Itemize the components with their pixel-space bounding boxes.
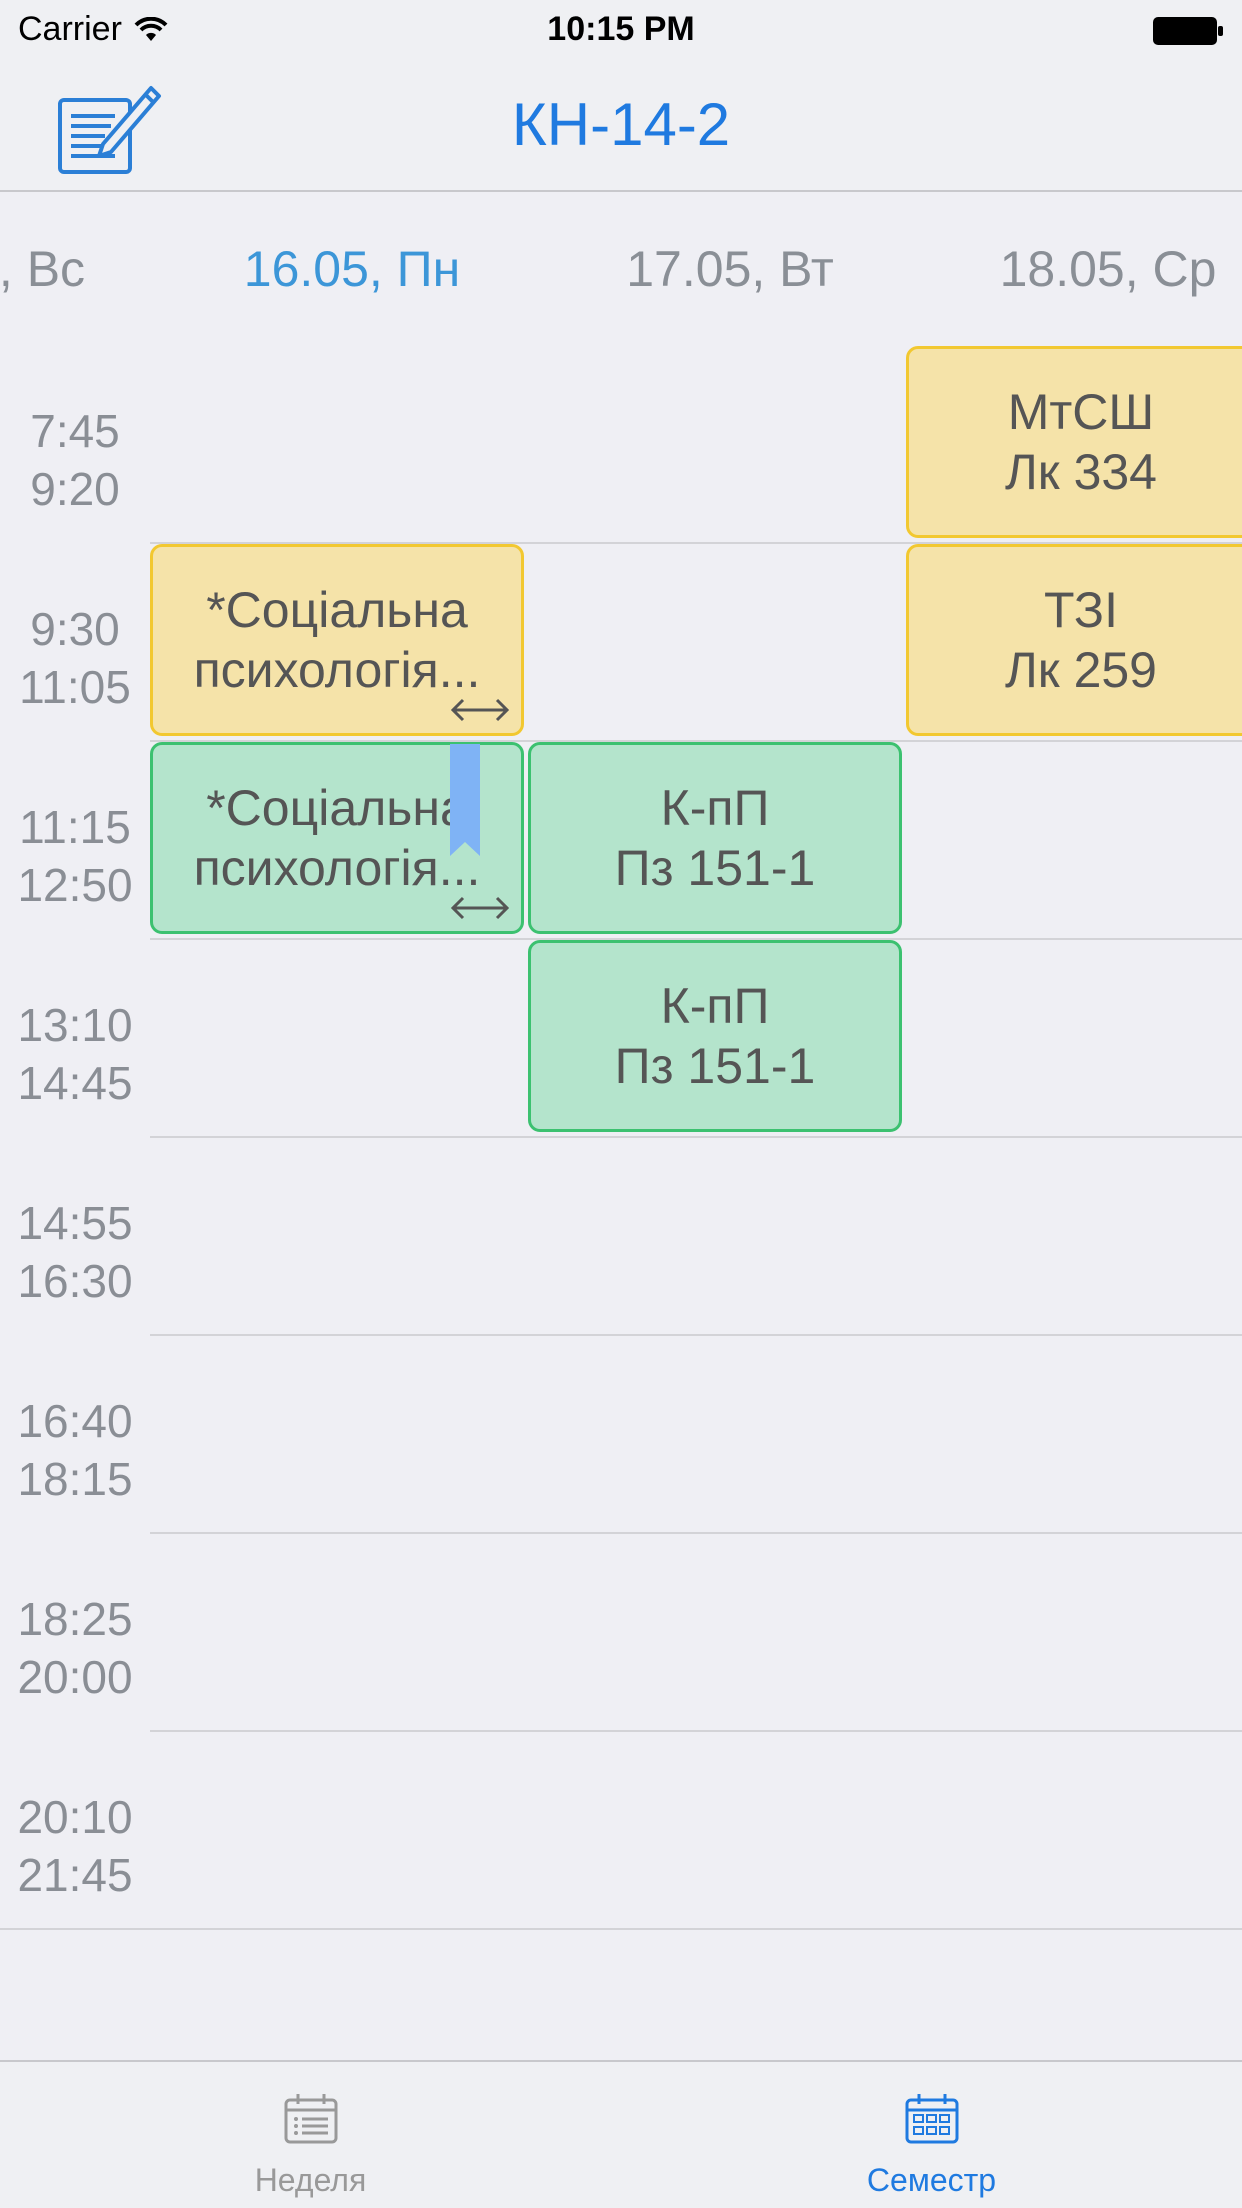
time-slot-4: 13:10 14:45 xyxy=(0,996,150,1112)
time-slot-7: 18:25 20:00 xyxy=(0,1590,150,1706)
lesson-title: *Соціальна xyxy=(206,780,468,836)
tab-semester[interactable]: Семестр xyxy=(621,2062,1242,2208)
lesson-room: Пз 151-1 xyxy=(614,840,816,896)
time-start: 16:40 xyxy=(17,1395,133,1447)
time-start: 14:55 xyxy=(17,1197,133,1249)
time-end: 18:15 xyxy=(17,1453,133,1505)
day-header-wednesday[interactable]: 18.05, Ср xyxy=(918,240,1242,298)
time-end: 12:50 xyxy=(17,859,133,911)
lesson-card[interactable]: ТЗІ Лк 259 xyxy=(906,544,1242,736)
time-start: 7:45 xyxy=(30,405,120,457)
day-header-tuesday[interactable]: 17.05, Вт xyxy=(540,240,920,298)
lesson-room: психологія... xyxy=(193,840,481,896)
time-end: 9:20 xyxy=(30,463,120,515)
lesson-room: Пз 151-1 xyxy=(614,1038,816,1094)
week-list-icon xyxy=(284,2094,337,2144)
lesson-card[interactable]: *Соціальна психологія... xyxy=(150,544,524,736)
lesson-title: ТЗІ xyxy=(1043,582,1119,638)
time-start: 18:25 xyxy=(17,1593,133,1645)
lesson-card[interactable]: МтСШ Лк 334 xyxy=(906,346,1242,538)
lesson-title: *Соціальна xyxy=(206,582,468,638)
time-slot-3: 11:15 12:50 xyxy=(0,798,150,914)
day-header-sunday[interactable]: , Вс xyxy=(0,240,92,298)
time-start: 9:30 xyxy=(30,603,120,655)
lesson-card[interactable]: К-пП Пз 151-1 xyxy=(528,742,902,934)
battery-icon xyxy=(1153,17,1223,45)
tab-week[interactable]: Неделя xyxy=(0,2062,621,2208)
time-end: 14:45 xyxy=(17,1057,133,1109)
time-slot-5: 14:55 16:30 xyxy=(0,1194,150,1310)
bookmark-icon xyxy=(450,744,480,856)
lesson-title: К-пП xyxy=(660,978,770,1034)
tab-semester-label: Семестр xyxy=(866,2162,997,2198)
tab-bar: Неделя Семестр xyxy=(0,2060,1242,2208)
lesson-room: психологія... xyxy=(193,642,481,698)
lesson-title: МтСШ xyxy=(1007,384,1155,440)
grid-line xyxy=(150,1532,1242,1534)
time-end: 16:30 xyxy=(17,1255,133,1307)
lesson-card[interactable]: К-пП Пз 151-1 xyxy=(528,940,902,1132)
semester-calendar-icon xyxy=(905,2094,958,2144)
status-time: 10:15 PM xyxy=(547,10,695,48)
grid-line xyxy=(150,1334,1242,1336)
time-slot-8: 20:10 21:45 xyxy=(0,1788,150,1904)
time-end: 20:00 xyxy=(17,1651,133,1703)
time-end: 11:05 xyxy=(19,661,131,713)
lesson-room: Лк 334 xyxy=(1004,444,1157,500)
time-start: 13:10 xyxy=(17,999,133,1051)
lesson-title: К-пП xyxy=(660,780,770,836)
time-end: 21:45 xyxy=(17,1849,133,1901)
time-start: 20:10 xyxy=(17,1791,133,1843)
status-bar: Carrier 10:15 PM xyxy=(0,0,1242,62)
swap-arrows-icon xyxy=(450,896,510,920)
time-slot-6: 16:40 18:15 xyxy=(0,1392,150,1508)
grid-line xyxy=(150,1730,1242,1732)
day-header-monday[interactable]: 16.05, Пн xyxy=(162,240,542,298)
lesson-room: Лк 259 xyxy=(1004,642,1157,698)
time-slot-1: 7:45 9:20 xyxy=(0,402,150,518)
group-title: КН-14-2 xyxy=(511,91,731,158)
time-slot-2: 9:30 11:05 xyxy=(0,600,150,716)
time-start: 11:15 xyxy=(19,801,131,853)
navigation-bar: КН-14-2 xyxy=(0,62,1242,192)
swap-arrows-icon xyxy=(450,698,510,722)
grid-line xyxy=(0,1928,1242,1930)
grid-line xyxy=(150,1136,1242,1138)
tab-week-label: Неделя xyxy=(254,2162,367,2198)
